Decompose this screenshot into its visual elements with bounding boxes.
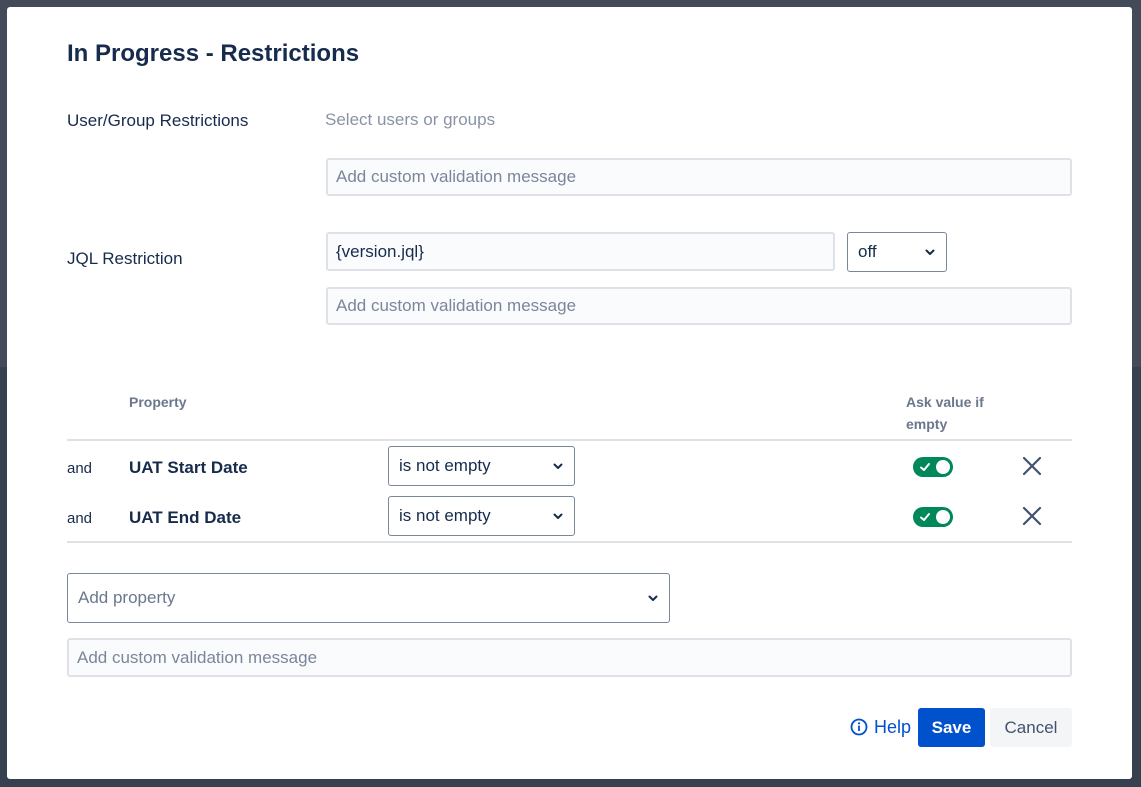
- row-condition-value: is not empty: [399, 506, 491, 525]
- help-label: Help: [874, 716, 912, 737]
- user-group-picker[interactable]: Select users or groups: [325, 110, 495, 130]
- jql-mode-select[interactable]: off: [847, 232, 947, 272]
- table-footer-divider: [67, 541, 1072, 543]
- row-property-name: UAT End Date: [129, 508, 242, 527]
- table-header-ask-value: Ask value if empty: [906, 394, 984, 432]
- property-validation-message-input[interactable]: [67, 638, 1072, 677]
- add-property-select[interactable]: Add property: [67, 573, 670, 623]
- toggle-knob: [936, 510, 950, 524]
- row-condition-select[interactable]: is not empty: [388, 446, 575, 486]
- help-link[interactable]: Help: [850, 715, 911, 739]
- remove-row-close-icon[interactable]: [1021, 455, 1043, 477]
- table-header-property: Property: [129, 394, 187, 410]
- row-condition-select[interactable]: is not empty: [388, 496, 575, 536]
- row-property-name: UAT Start Date: [129, 458, 248, 477]
- user-group-label: User/Group Restrictions: [67, 111, 249, 130]
- jql-restriction-label: JQL Restriction: [67, 249, 183, 268]
- cancel-button[interactable]: Cancel: [990, 708, 1072, 747]
- chevron-down-icon: [553, 463, 563, 469]
- restrictions-dialog: In Progress - Restrictions User/Group Re…: [7, 7, 1132, 779]
- table-header-divider: [67, 439, 1072, 441]
- jql-mode-value: off: [858, 242, 877, 261]
- chevron-down-icon: [553, 513, 563, 519]
- chevron-down-icon: [925, 249, 935, 255]
- add-property-placeholder: Add property: [78, 588, 176, 607]
- dialog-title: In Progress - Restrictions: [67, 40, 360, 67]
- ask-value-toggle[interactable]: [913, 507, 953, 527]
- info-icon: [850, 718, 868, 736]
- row-connector: and: [67, 460, 93, 477]
- chevron-down-icon: [648, 595, 658, 601]
- check-icon: [920, 513, 930, 521]
- jql-input[interactable]: [326, 232, 835, 271]
- user-group-validation-message-input[interactable]: [326, 158, 1072, 196]
- save-button[interactable]: Save: [918, 708, 985, 747]
- check-icon: [920, 463, 930, 471]
- remove-row-close-icon[interactable]: [1021, 505, 1043, 527]
- toggle-knob: [936, 460, 950, 474]
- ask-value-toggle[interactable]: [913, 457, 953, 477]
- jql-validation-message-input[interactable]: [326, 287, 1072, 325]
- row-condition-value: is not empty: [399, 456, 491, 475]
- row-connector: and: [67, 510, 93, 527]
